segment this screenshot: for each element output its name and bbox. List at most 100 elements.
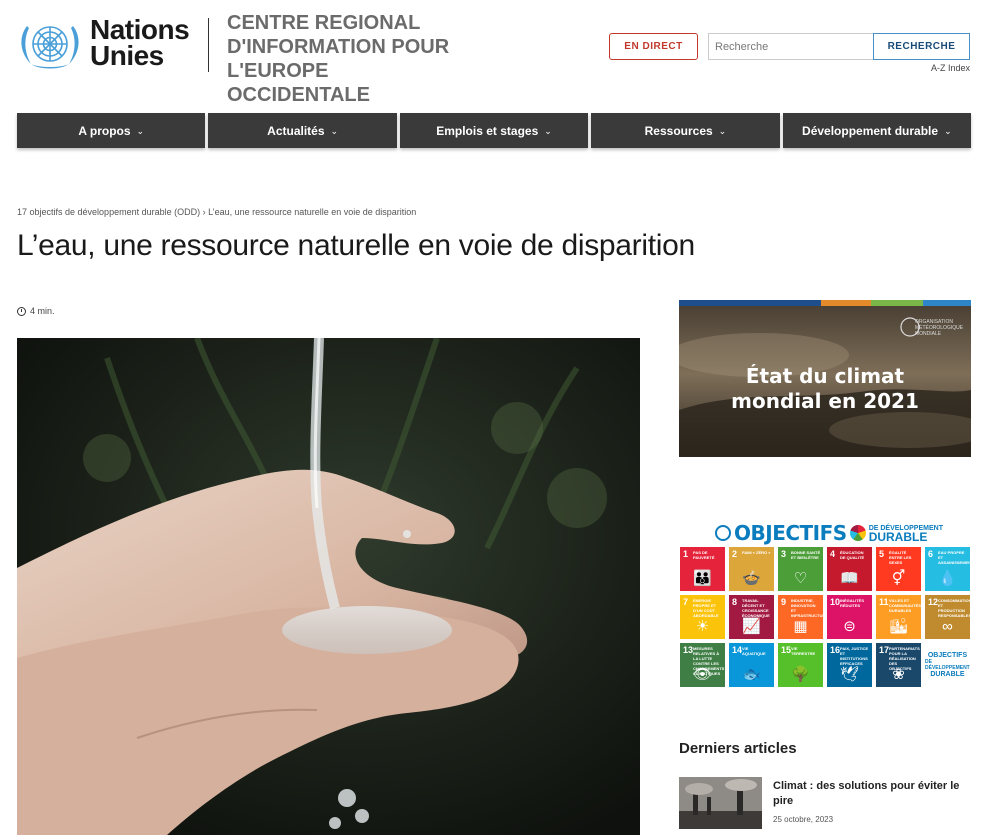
sdg-wheel-icon [849,525,866,541]
sdg-tile-number: 12 [928,597,939,607]
sdg-goal-1-icon: 👪 [693,570,712,587]
sdg-goal-15-icon: 🌳 [791,666,810,683]
breadcrumb-parent-link[interactable]: 17 objectifs de développement durable (O… [17,207,200,217]
sdg-tile-11[interactable]: 11 Villes et communautés durables 🏙 [876,595,921,639]
sdg-tile-5[interactable]: 5 Égalité entre les sexes ⚥ [876,547,921,591]
sdg-tile-17[interactable]: 17 Partenariats pour la réalisation des o… [876,643,921,687]
sdg-grid: 1 Pas de pauvreté 👪 2 Faim « zéro » 🍲 3 Bonne s… [680,547,971,687]
wmo-org-name: ORGANISATION MÉTÉOROLOGIQUE MONDIALE [915,319,964,337]
nav-item-label: A propos [78,123,131,138]
sdg-goal-2-icon: 🍲 [742,570,761,587]
sdg-goal-11-icon: 🏙 [888,618,909,635]
brand-line-2: Unies [90,40,164,71]
sdg-tile-7[interactable]: 7 Énergie propre et d'un coût abordable ☀ [680,595,725,639]
sdg-tile-3[interactable]: 3 Bonne santé et bien-être ♡ [778,547,823,591]
article-thumbnail[interactable] [679,777,762,829]
sdg-goal-6-icon: 💧 [938,570,957,587]
nav-item-a-propos[interactable]: A propos ⌄ [17,113,206,148]
clock-icon [17,306,26,316]
sdg-tile-number: 9 [781,597,787,607]
sdg-goal-12-icon: ∞ [942,618,953,635]
sdg-tile-16[interactable]: 16 Paix, justice et institutions efficace… [827,643,872,687]
sdg-tile-2[interactable]: 2 Faim « zéro » 🍲 [729,547,774,591]
sdg-heading-big: DURABLE [868,530,928,544]
sdg-tile-number: 13 [683,645,694,655]
nav-item-actualites[interactable]: Actualités ⌄ [208,113,397,148]
centre-line-2: D'INFORMATION POUR [227,36,450,58]
nav-item-ressources[interactable]: Ressources ⌄ [591,113,780,148]
sdg-tile-number: 7 [683,597,689,607]
climate-banner-line-1: État du climat [745,364,905,388]
climate-report-banner[interactable]: ORGANISATION MÉTÉOROLOGIQUE MONDIALE Éta… [679,300,971,457]
sdg-goal-10-icon: ⊜ [843,618,856,635]
sdg-tile-15[interactable]: 15 Vie terrestre 🌳 [778,643,823,687]
sdg-tile-4[interactable]: 4 Éducation de qualité 📖 [827,547,872,591]
sdg-tile-number: 10 [830,597,841,607]
sdg-tile-label: Pas de pauvreté [693,550,715,560]
sdg-tile-label: Consommation et production responsables [938,598,970,618]
nav-item-developpement-durable[interactable]: Développement durable ⌄ [782,113,972,148]
sdg-logo-tile[interactable]: OBJECTIFS DE DÉVELOPPEMENT DURABLE [925,643,970,687]
sdg-tile-number: 5 [879,549,885,559]
sdg-tile-number: 17 [879,645,890,655]
sdg-heading-main: OBJECTIFS [734,521,847,545]
sdg-tile-9[interactable]: 9 Industrie, innovation et infrastructure… [778,595,823,639]
sdg-poster[interactable]: OBJECTIFS DE DÉVELOPPEMENT DURABLE 1 Pas … [679,518,971,690]
sdg-tile-1[interactable]: 1 Pas de pauvreté 👪 [680,547,725,591]
page-title: L’eau, une ressource naturelle en voie d… [17,229,695,262]
az-index-link[interactable]: A-Z Index [931,63,970,73]
sdg-tile-label: Industrie, innovation et infrastructure [791,598,823,618]
centre-line-3: L'EUROPE OCCIDENTALE [227,60,370,106]
sdg-tile-number: 15 [781,645,792,655]
latest-article-date: 25 octobre, 2023 [773,815,834,824]
sdg-tile-number: 16 [830,645,841,655]
chevron-down-icon: ⌄ [944,126,952,136]
un-logo[interactable] [17,18,83,72]
sdg-tile-12[interactable]: 12 Consommation et production responsable… [925,595,970,639]
chevron-down-icon: ⌄ [330,126,339,136]
chevron-down-icon: ⌄ [136,126,145,136]
sdg-tile-number: 6 [928,549,934,559]
un-emblem-small-icon [715,525,731,541]
chevron-down-icon: ⌄ [544,126,552,136]
brand-name[interactable]: Nations Unies [90,16,190,71]
sdg-tile-6[interactable]: 6 Eau propre et assainissement 💧 [925,547,970,591]
sdg-goal-13-icon: 👁 [692,666,713,683]
sdg-tile-label: Inégalités réduites [840,598,865,608]
nav-item-emplois[interactable]: Emplois et stages ⌄ [399,113,589,148]
sdg-tile-label: Villes et communautés durables [889,598,921,613]
sdg-goal-17-icon: ❀ [892,666,905,683]
sdg-tile-label: Énergie propre et d'un coût abordable [693,598,719,618]
read-time-value: 4 min. [30,306,55,316]
nav-item-label: Ressources [644,123,713,138]
article-hero-image [17,338,640,835]
sdg-goal-5-icon: ⚥ [891,570,906,587]
live-button[interactable]: EN DIRECT [609,33,698,60]
sdg-tile-13[interactable]: 13 Mesures relatives à la lutte contre le… [680,643,725,687]
sdg-tile-label: Égalité entre les sexes [889,550,912,565]
sdg-goal-9-icon: ▦ [793,618,808,635]
climate-banner-line-2: mondial en 2021 [731,389,919,413]
sdg-tile-number: 14 [732,645,743,655]
search-input[interactable] [708,33,874,60]
search-button[interactable]: RECHERCHE [873,33,970,60]
sdg-tile-label: Eau propre et assainissement [938,550,970,565]
sdg-tile-label: Bonne santé et bien-être [791,550,821,560]
brand-divider [208,18,209,72]
sdg-goal-14-icon: 🐟 [742,666,761,683]
sdg-goal-4-icon: 📖 [840,570,859,587]
latest-articles-heading: Derniers articles [679,740,797,757]
latest-article-title[interactable]: Climat : des solutions pour éviter le pi… [773,779,963,809]
sdg-logo-tile-line-3: DURABLE [930,671,965,678]
sdg-logo-tile-line-2: DE DÉVELOPPEMENT [925,659,970,671]
nav-item-label: Emplois et stages [436,123,539,138]
breadcrumb-current: L’eau, une ressource naturelle en voie d… [208,207,417,217]
sdg-tile-number: 4 [830,549,836,559]
sdg-logo-tile-line-1: OBJECTIFS [927,652,968,659]
sdg-tile-label: Éducation de qualité [840,550,865,560]
centre-title[interactable]: CENTRE REGIONAL D'INFORMATION POUR L'EUR… [227,11,467,107]
sdg-tile-10[interactable]: 10 Inégalités réduites ⊜ [827,595,872,639]
sdg-tile-8[interactable]: 8 Travail décent et croissance économique… [729,595,774,639]
sdg-tile-14[interactable]: 14 Vie aquatique 🐟 [729,643,774,687]
breadcrumb: 17 objectifs de développement durable (O… [17,207,416,217]
